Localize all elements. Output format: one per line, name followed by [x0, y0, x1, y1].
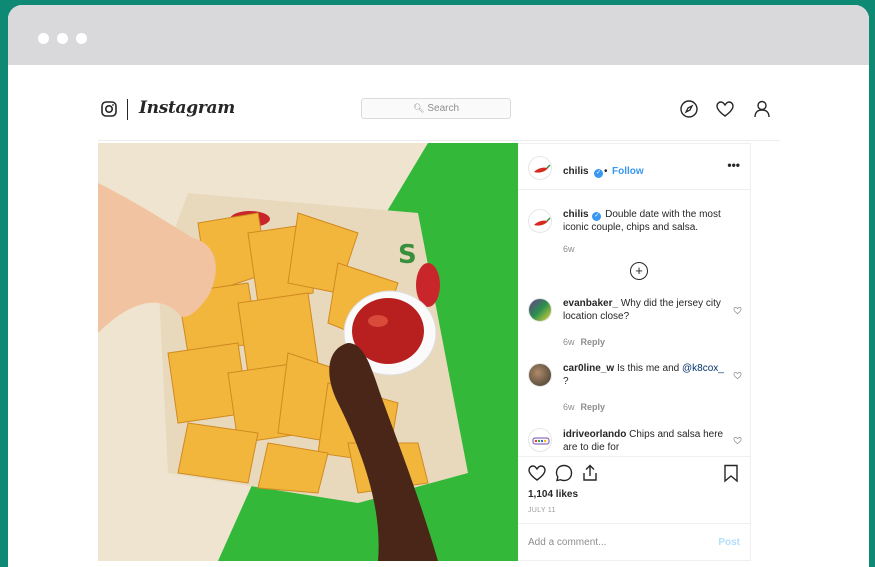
header-divider: [98, 140, 780, 141]
share-icon[interactable]: [580, 463, 600, 483]
mention-link[interactable]: @k8cox_: [682, 363, 724, 374]
post-date[interactable]: JULY 11: [528, 507, 556, 514]
load-more-comments-button[interactable]: +: [630, 262, 648, 280]
caption-text: chilis ✓ Double date with the most iconi…: [563, 208, 728, 234]
comment-text: evanbaker_ Why did the jersey city locat…: [563, 297, 728, 323]
idrive-logo-icon: [532, 437, 550, 445]
post-actions: 1,104 likes JULY 11 Add a comment... Pos…: [518, 456, 750, 562]
comment-text: idriveorlando Chips and salsa here are t…: [563, 428, 728, 454]
post-header: chilis ✓ • Follow •••: [518, 144, 750, 190]
avatar[interactable]: [528, 156, 552, 180]
chili-pepper-icon: [534, 217, 551, 226]
like-comment-heart-icon[interactable]: [733, 436, 742, 445]
separator-dot: •: [604, 166, 608, 177]
caption-username[interactable]: chilis: [563, 209, 589, 220]
heart-icon[interactable]: [715, 99, 735, 119]
ig-header: Instagram 🔍︎ Search: [8, 65, 869, 140]
post-image[interactable]: S: [98, 143, 518, 561]
chips-and-salsa-photo: S: [98, 143, 518, 561]
search-placeholder: Search: [427, 103, 460, 114]
comment-bubble-icon[interactable]: [554, 463, 574, 483]
instagram-camera-icon[interactable]: [101, 101, 117, 117]
more-options-button[interactable]: •••: [727, 158, 740, 172]
like-comment-heart-icon[interactable]: [733, 306, 742, 315]
caption-timestamp: 6w: [563, 244, 575, 254]
search-input[interactable]: 🔍︎ Search: [361, 98, 511, 119]
timestamp[interactable]: 6w: [563, 402, 575, 412]
comment-username[interactable]: idriveorlando: [563, 429, 626, 440]
search-icon: 🔍︎: [412, 103, 425, 113]
reply-button[interactable]: Reply: [581, 402, 606, 412]
post-comment-button[interactable]: Post: [718, 537, 740, 548]
avatar[interactable]: [528, 363, 552, 387]
instagram-page: Instagram 🔍︎ Search S chilis ✓ • Follow …: [8, 65, 869, 567]
timestamp[interactable]: 6w: [563, 337, 575, 347]
logo-divider: [127, 99, 128, 120]
comment-username[interactable]: car0line_w: [563, 363, 614, 374]
avatar[interactable]: [528, 298, 552, 322]
comment-username[interactable]: evanbaker_: [563, 298, 618, 309]
window-control-dot[interactable]: [76, 33, 87, 44]
browser-window: Instagram 🔍︎ Search S chilis ✓ • Follow …: [8, 5, 869, 567]
comment-item: car0line_w Is this me and @k8cox_ ? 6w Re…: [518, 361, 750, 421]
like-comment-heart-icon[interactable]: [733, 371, 742, 380]
profile-icon[interactable]: [752, 99, 772, 119]
browser-titlebar: [8, 5, 869, 65]
timestamp[interactable]: 6w: [563, 244, 575, 254]
likes-count[interactable]: 1,104 likes: [528, 489, 578, 500]
comment-item: idriveorlando Chips and salsa here are t…: [518, 426, 750, 456]
comment-text: car0line_w Is this me and @k8cox_ ?: [563, 362, 728, 388]
compass-icon[interactable]: [679, 99, 699, 119]
like-heart-icon[interactable]: [527, 463, 547, 483]
chili-pepper-icon: [534, 164, 551, 173]
reply-button[interactable]: Reply: [581, 337, 606, 347]
instagram-wordmark[interactable]: Instagram: [139, 98, 235, 118]
verified-badge-icon: ✓: [592, 212, 602, 221]
bookmark-icon[interactable]: [721, 463, 741, 483]
svg-text:S: S: [398, 240, 417, 270]
comment-body: Is this me and: [616, 363, 680, 374]
post-username[interactable]: chilis: [563, 166, 589, 177]
avatar[interactable]: [528, 428, 552, 452]
window-control-dot[interactable]: [38, 33, 49, 44]
post-side-panel: chilis ✓ • Follow ••• chilis ✓ Double da…: [518, 143, 751, 561]
comment-item: evanbaker_ Why did the jersey city locat…: [518, 296, 750, 356]
add-comment-input[interactable]: Add a comment...: [528, 537, 606, 548]
avatar[interactable]: [528, 209, 552, 233]
comment-body-tail: ?: [563, 376, 569, 387]
follow-button[interactable]: Follow: [612, 166, 644, 177]
comment-meta: 6w Reply: [563, 337, 605, 347]
comment-meta: 6w Reply: [563, 402, 605, 412]
verified-badge-icon: ✓: [594, 169, 604, 178]
window-control-dot[interactable]: [57, 33, 68, 44]
add-comment-bar: Add a comment... Post: [518, 523, 750, 563]
